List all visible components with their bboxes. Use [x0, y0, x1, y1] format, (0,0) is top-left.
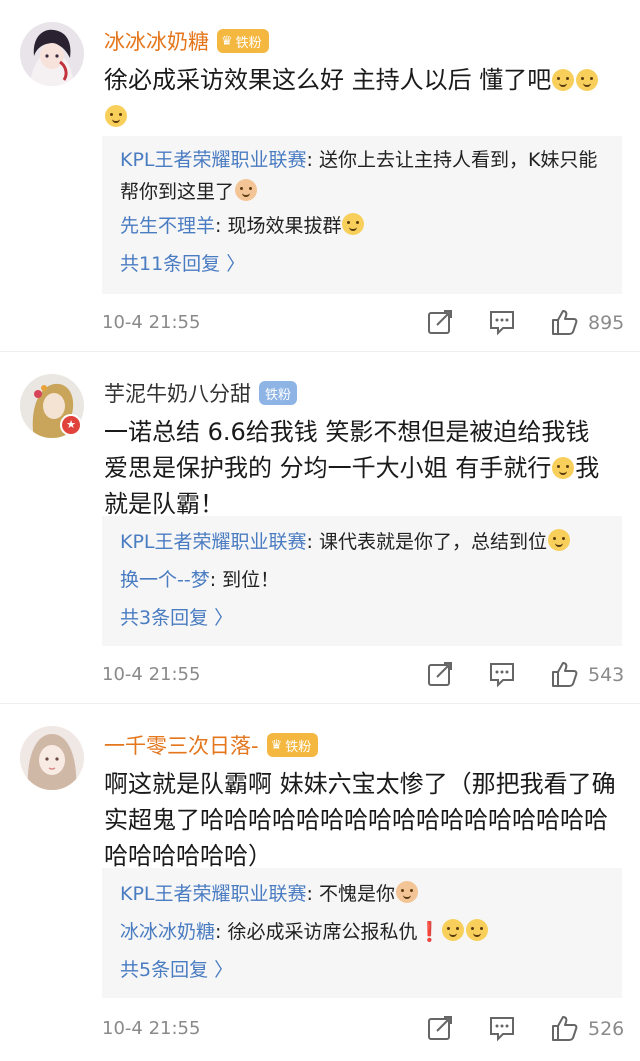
reply-author[interactable]: 冰冰冰奶糖 — [120, 921, 215, 943]
reply-item[interactable]: KPL王者荣耀职业联赛: 不愧是你 — [120, 878, 608, 910]
verified-badge: ★ — [60, 414, 82, 436]
like-icon[interactable] — [550, 1014, 578, 1042]
comment-text: 一诺总结 6.6给我钱 笑影不想但是被迫给我钱 爱思是保护我的 分均一千大小姐 … — [104, 414, 618, 522]
emoji-doge-icon — [442, 919, 465, 941]
reply-item[interactable]: KPL王者荣耀职业联赛: 送你上去让主持人看到，K妹只能帮你到这里了 — [120, 144, 608, 208]
reply-text: 现场效果拔群 — [227, 215, 342, 237]
reply-text: 到位！ — [222, 569, 280, 591]
comment-icon[interactable] — [488, 660, 516, 688]
avatar[interactable] — [20, 726, 84, 790]
reply-text: 不愧是你 — [318, 883, 395, 905]
share-icon[interactable] — [426, 1014, 454, 1042]
comment-icon[interactable] — [488, 1014, 516, 1042]
reply-text: 徐必成采访席公报私仇 — [227, 921, 418, 943]
reply-item[interactable]: 先生不理羊: 现场效果拔群 — [120, 210, 608, 242]
comment-item: 冰冰冰奶糖 ♛ 铁粉 徐必成采访效果这么好 主持人以后 懂了吧 KPL王者荣耀职… — [0, 0, 640, 352]
like-icon[interactable] — [550, 660, 578, 688]
reply-author[interactable]: KPL王者荣耀职业联赛 — [120, 149, 307, 171]
fan-badge: 铁粉 — [259, 381, 298, 405]
username[interactable]: 一千零三次日落- — [104, 730, 259, 760]
emoji-doge-icon — [552, 457, 575, 479]
reply-author[interactable]: KPL王者荣耀职业联赛 — [120, 883, 307, 905]
comment-text: 徐必成采访效果这么好 主持人以后 懂了吧 — [104, 62, 618, 134]
comment-icon[interactable] — [488, 308, 516, 336]
emoji-cat-icon — [235, 179, 258, 201]
comment-item: ★ 芋泥牛奶八分甜 铁粉 一诺总结 6.6给我钱 笑影不想但是被迫给我钱 爱思是… — [0, 352, 640, 704]
reply-item[interactable]: 冰冰冰奶糖: 徐必成采访席公报私仇❗ — [120, 916, 608, 948]
comment-footer: 10-4 21:55 543 — [102, 660, 625, 696]
exclamation-icon: ❗ — [417, 921, 442, 943]
crown-icon: ♛ — [270, 737, 283, 753]
like-count: 526 — [588, 1018, 625, 1040]
emoji-doge-icon — [466, 919, 489, 941]
view-replies-link[interactable]: 共11条回复 〉 — [120, 250, 245, 278]
view-replies-link[interactable]: 共5条回复 〉 — [120, 956, 233, 984]
comment-text: 啊这就是队霸啊 妹妹六宝太惨了（那把我看了确实超鬼了哈哈哈哈哈哈哈哈哈哈哈哈哈哈… — [104, 766, 618, 874]
comment-footer: 10-4 21:55 526 — [102, 1014, 625, 1050]
reply-box[interactable]: KPL王者荣耀职业联赛: 不愧是你 冰冰冰奶糖: 徐必成采访席公报私仇❗ 共5条… — [102, 868, 622, 998]
reply-box[interactable]: KPL王者荣耀职业联赛: 送你上去让主持人看到，K妹只能帮你到这里了 先生不理羊… — [102, 136, 622, 294]
reply-item[interactable]: 换一个--梦: 到位！ — [120, 564, 608, 596]
emoji-doge-icon — [105, 105, 127, 127]
reply-box[interactable]: KPL王者荣耀职业联赛: 课代表就是你了，总结到位 换一个--梦: 到位！ 共3… — [102, 516, 622, 646]
like-count: 895 — [588, 312, 625, 334]
reply-item[interactable]: KPL王者荣耀职业联赛: 课代表就是你了，总结到位 — [120, 526, 608, 558]
comment-footer: 10-4 21:55 895 — [102, 308, 625, 344]
emoji-doge-icon — [576, 69, 599, 91]
crown-icon: ♛ — [221, 33, 233, 49]
reply-separator: : — [306, 149, 319, 171]
fan-badge: ♛ 铁粉 — [217, 29, 269, 53]
share-icon[interactable] — [426, 308, 454, 336]
reply-separator: : — [306, 883, 319, 905]
fan-badge-label: 铁粉 — [235, 35, 262, 51]
like-icon[interactable] — [550, 308, 578, 336]
reply-author[interactable]: 换一个--梦 — [120, 569, 210, 591]
avatar[interactable] — [20, 22, 84, 86]
reply-author[interactable]: 先生不理羊 — [120, 215, 215, 237]
reply-separator: : — [306, 531, 319, 553]
username[interactable]: 芋泥牛奶八分甜 — [104, 378, 251, 408]
comment-text-body: 一诺总结 6.6给我钱 笑影不想但是被迫给我钱 爱思是保护我的 分均一千大小姐 … — [104, 418, 590, 482]
comment-text-body: 徐必成采访效果这么好 主持人以后 懂了吧 — [104, 66, 552, 94]
username[interactable]: 冰冰冰奶糖 — [104, 26, 209, 56]
fan-badge-label: 铁粉 — [265, 387, 292, 403]
emoji-cat-icon — [395, 881, 418, 903]
emoji-doge-icon — [342, 213, 365, 235]
comment-time: 10-4 21:55 — [102, 664, 201, 685]
comment-item: 一千零三次日落- ♛ 铁粉 啊这就是队霸啊 妹妹六宝太惨了（那把我看了确实超鬼了… — [0, 704, 640, 1061]
emoji-doge-icon — [552, 69, 575, 91]
like-count: 543 — [588, 664, 625, 686]
comment-time: 10-4 21:55 — [102, 312, 201, 333]
reply-separator: : — [215, 921, 228, 943]
comment-time: 10-4 21:55 — [102, 1018, 201, 1039]
reply-author[interactable]: KPL王者荣耀职业联赛 — [120, 531, 307, 553]
view-replies-link[interactable]: 共3条回复 〉 — [120, 604, 233, 632]
reply-separator: : — [215, 215, 228, 237]
fan-badge-label: 铁粉 — [285, 739, 312, 755]
reply-separator: : — [209, 569, 223, 591]
emoji-doge-icon — [547, 529, 570, 551]
fan-badge: ♛ 铁粉 — [266, 733, 319, 757]
share-icon[interactable] — [426, 660, 454, 688]
reply-text: 课代表就是你了，总结到位 — [318, 531, 547, 553]
comment-text-body: 啊这就是队霸啊 妹妹六宝太惨了（那把我看了确实超鬼了哈哈哈哈哈哈哈哈哈哈哈哈哈哈… — [104, 770, 616, 870]
